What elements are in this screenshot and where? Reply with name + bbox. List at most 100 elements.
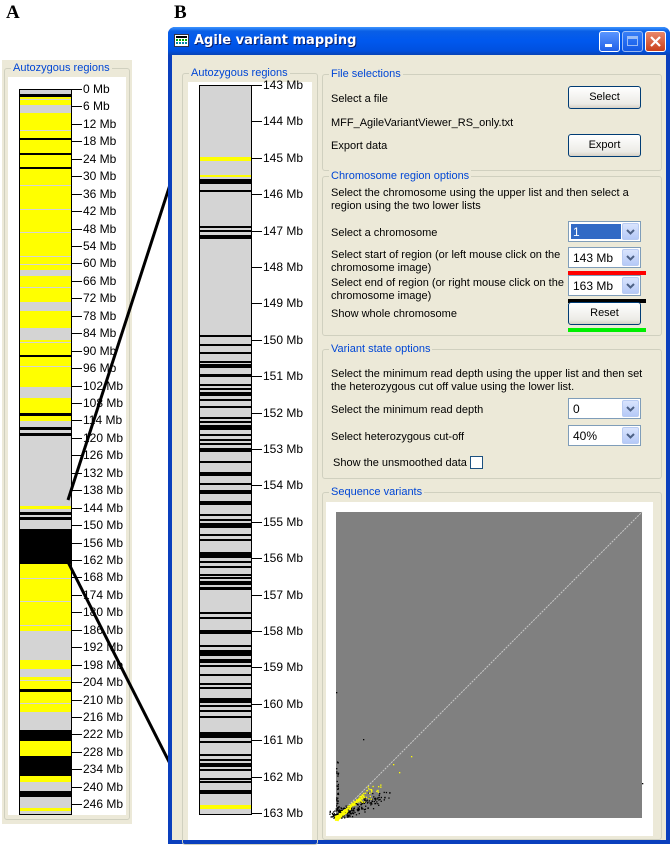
region-end-select[interactable]: 163 Mb xyxy=(568,275,641,296)
zoom-tick-label: 162 Mb xyxy=(263,769,304,784)
het-cutoff-select[interactable]: 40% xyxy=(568,425,641,446)
plot-point-black xyxy=(357,807,360,810)
region-start-label: Select start of region (or left mouse cl… xyxy=(331,249,561,274)
zoom-band-heterozygous xyxy=(200,420,251,423)
plot-point-yellow xyxy=(370,798,372,800)
plot-point-yellow xyxy=(353,800,355,803)
zoom-band-heterozygous xyxy=(200,189,251,192)
plot-point-black xyxy=(384,796,386,799)
zoom-band-heterozygous xyxy=(200,428,251,431)
app-window: Agile variant mapping Autozygous regions… xyxy=(168,27,670,845)
chevron-down-icon[interactable] xyxy=(622,277,639,294)
zoom-band-heterozygous xyxy=(200,617,251,620)
zoom-band-heterozygous xyxy=(200,710,251,713)
plot-point-black xyxy=(371,800,374,803)
plot-point-yellow xyxy=(360,796,362,798)
zoom-band-heterozygous xyxy=(200,344,251,347)
zoom-band-heterozygous xyxy=(200,790,251,795)
zoom-tick xyxy=(252,703,262,705)
plot-point-black xyxy=(361,808,363,810)
close-button[interactable] xyxy=(645,31,666,52)
zoom-band-heterozygous xyxy=(200,588,251,591)
plot-point-yellow xyxy=(342,814,344,816)
title-bar[interactable]: Agile variant mapping xyxy=(168,27,670,55)
chevron-down-icon[interactable] xyxy=(622,427,639,444)
plot-point-black xyxy=(336,793,339,795)
plot-point-black xyxy=(363,809,366,811)
plot-point-black xyxy=(367,807,369,809)
plot-point-black xyxy=(642,783,644,785)
zoom-band-heterozygous xyxy=(200,375,251,378)
zoom-tick-label: 161 Mb xyxy=(263,733,304,748)
plot-point-black xyxy=(337,788,339,790)
zoom-tick-label: 155 Mb xyxy=(263,514,304,529)
chevron-down-icon[interactable] xyxy=(622,400,639,417)
plot-point-black xyxy=(332,816,334,818)
plot-point-yellow xyxy=(344,812,346,815)
plot-point-yellow xyxy=(356,799,359,802)
chevron-down-icon[interactable] xyxy=(622,249,639,266)
zoom-band-heterozygous xyxy=(200,659,251,664)
plot-point-black xyxy=(345,805,347,807)
region-start-select[interactable]: 143 Mb xyxy=(568,247,641,268)
plot-point-black xyxy=(378,796,380,799)
zoom-band-heterozygous xyxy=(200,351,251,354)
plot-point-yellow xyxy=(334,819,337,821)
zoom-band-heterozygous xyxy=(200,482,251,485)
zoom-tick-label: 163 Mb xyxy=(263,806,304,820)
plot-point-black xyxy=(355,814,358,816)
reset-button[interactable]: Reset xyxy=(568,302,641,325)
zoom-band-heterozygous xyxy=(200,653,251,656)
read-depth-label: Select the minimum read depth xyxy=(331,404,484,416)
plot-point-black xyxy=(363,802,366,805)
zoom-tick-label: 149 Mb xyxy=(263,296,304,311)
read-depth-select[interactable]: 0 xyxy=(568,398,641,419)
export-button[interactable]: Export xyxy=(568,134,641,157)
zoom-band-heterozygous xyxy=(200,502,251,505)
region-end-label: Select end of region (or right mouse cli… xyxy=(331,277,564,302)
plot-point-black xyxy=(366,799,368,801)
zoom-tick-label: 144 Mb xyxy=(263,114,304,129)
plot-point-black xyxy=(335,810,338,812)
minimize-icon xyxy=(605,44,612,47)
plot-point-black xyxy=(336,802,339,804)
plot-point-yellow xyxy=(361,794,363,797)
plot-point-black xyxy=(377,797,379,799)
plot-point-black xyxy=(374,799,377,801)
plot-point-yellow xyxy=(369,792,371,794)
plot-point-black xyxy=(376,801,378,803)
plot-point-black xyxy=(380,796,383,799)
zoom-tick xyxy=(252,267,262,268)
plot-point-black xyxy=(374,797,377,799)
plot-point-black xyxy=(369,802,371,804)
maximize-icon xyxy=(627,36,638,46)
chromosome-select[interactable]: 1 xyxy=(568,221,641,242)
zoom-band-heterozygous xyxy=(200,473,251,476)
zoom-band-heterozygous xyxy=(200,384,251,387)
maximize-button[interactable] xyxy=(622,31,643,52)
plot-point-black xyxy=(377,803,379,805)
unsmoothed-checkbox[interactable] xyxy=(470,456,483,469)
zoom-band-heterozygous xyxy=(200,406,251,409)
zoom-band-heterozygous xyxy=(200,781,251,784)
plot-point-yellow xyxy=(349,806,351,808)
minimize-button[interactable] xyxy=(599,31,620,52)
chevron-down-icon[interactable] xyxy=(622,223,639,240)
zoom-band-heterozygous xyxy=(200,460,251,463)
plot-point-black xyxy=(367,801,369,804)
select-file-button[interactable]: Select xyxy=(568,86,641,109)
plot-point-black xyxy=(372,792,374,795)
plot-point-black xyxy=(329,811,331,813)
plot-point-yellow xyxy=(337,817,339,819)
variant-state-groupbox: Variant state options Select the minimum… xyxy=(322,342,662,479)
zoom-band-heterozygous xyxy=(200,388,251,391)
plot-point-yellow xyxy=(377,791,379,793)
zoom-band-heterozygous xyxy=(200,581,251,586)
plot-point-yellow xyxy=(367,786,369,788)
show-whole-chromosome-label: Show whole chromosome xyxy=(331,308,457,320)
unsmoothed-label: Show the unsmoothed data xyxy=(333,457,467,469)
zoom-band-homozygous xyxy=(200,804,251,809)
zoom-tick-label: 156 Mb xyxy=(263,551,304,566)
sequence-variants-plot[interactable] xyxy=(326,502,653,836)
zoom-chromosome-bar[interactable] xyxy=(199,85,252,815)
